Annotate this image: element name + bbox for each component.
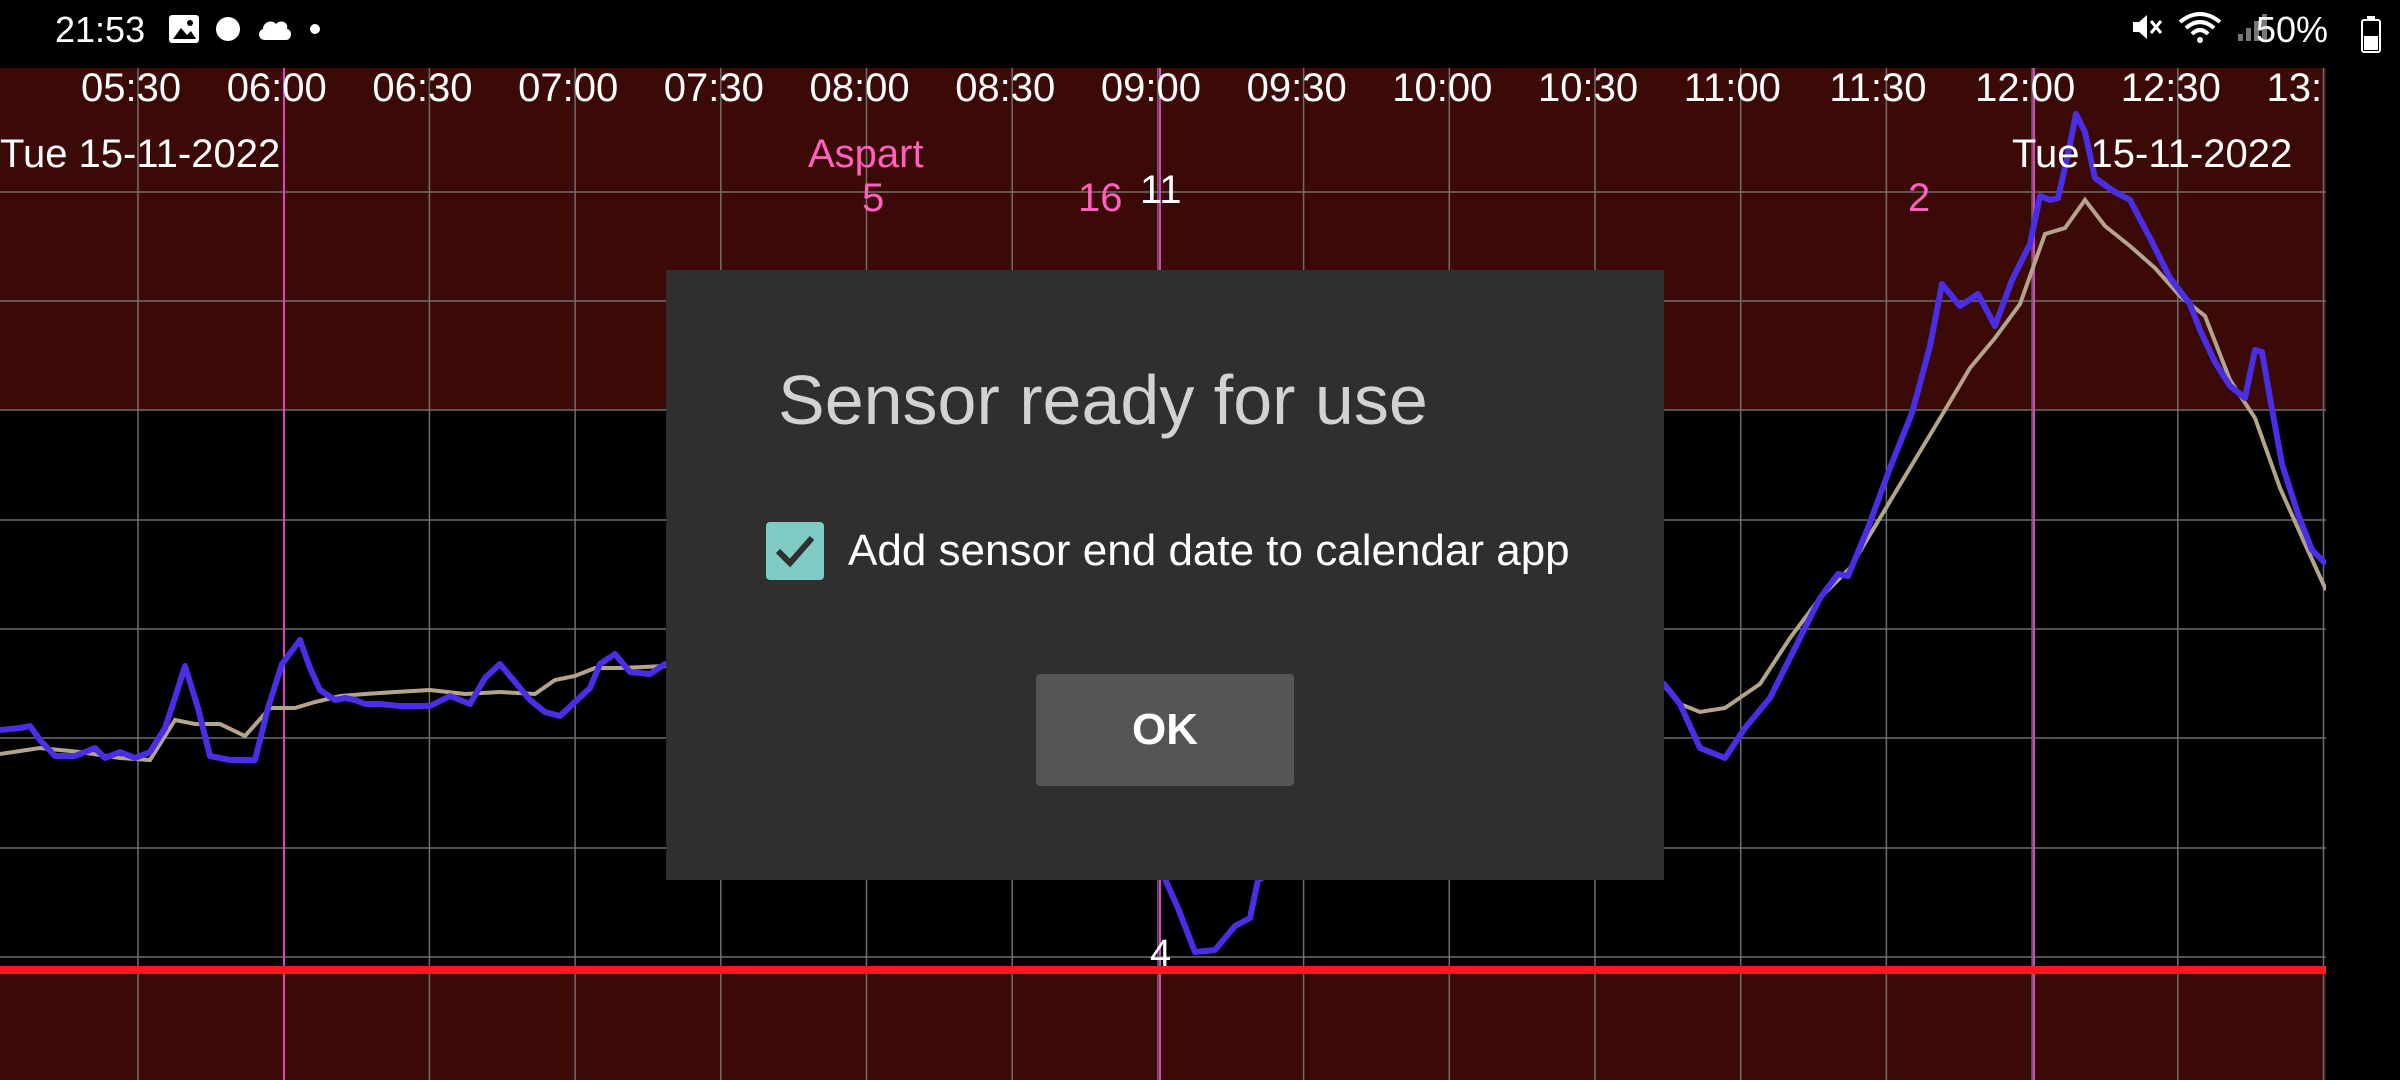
cloud-icon xyxy=(256,16,294,47)
time-tick-label: 07:30 xyxy=(663,66,764,110)
time-tick-label: 10:00 xyxy=(1392,66,1493,110)
time-tick-label: 07:00 xyxy=(518,66,619,110)
insulin-name: Aspart xyxy=(808,132,924,176)
sensor-ready-dialog: Sensor ready for use Add sensor end date… xyxy=(666,270,1664,880)
low-zone xyxy=(0,970,2326,1080)
time-tick-label: 11:30 xyxy=(1829,66,1927,110)
low-value-label: 4 xyxy=(1150,933,1172,975)
checkbox-label[interactable]: Add sensor end date to calendar app xyxy=(848,524,1570,578)
calendar-checkbox[interactable] xyxy=(766,522,824,580)
time-tick-label: 08:30 xyxy=(955,66,1056,110)
battery-icon xyxy=(2360,16,2382,59)
time-tick-label: 12:00 xyxy=(1975,66,2076,110)
date-left: Tue 15-11-2022 xyxy=(0,132,281,176)
time-tick-label: 09:30 xyxy=(1246,66,1347,110)
status-time: 21:53 xyxy=(55,9,146,50)
time-tick-label: 05:30 xyxy=(81,66,182,110)
dialog-title: Sensor ready for use xyxy=(778,361,1428,439)
time-tick-label: 08:00 xyxy=(809,66,910,110)
check-icon xyxy=(775,536,815,568)
time-tick-label: 11:00 xyxy=(1683,66,1781,110)
insulin-dose: 16 xyxy=(1078,176,1123,220)
insulin-dose: 5 xyxy=(862,176,885,220)
dot-icon xyxy=(308,22,322,41)
time-tick-label: 12:30 xyxy=(2120,66,2221,110)
time-tick-label: 06:30 xyxy=(372,66,473,110)
time-tick-label: 13: xyxy=(2266,66,2323,110)
carb-label: 11 xyxy=(1140,168,1182,212)
insulin-dose: 2 xyxy=(1908,176,1931,220)
time-tick-label: 09:00 xyxy=(1100,66,1201,110)
ok-button[interactable]: OK xyxy=(1036,674,1294,786)
notification-icons xyxy=(168,14,322,49)
mute-icon xyxy=(2130,10,2164,49)
date-right: Tue 15-11-2022 xyxy=(2012,132,2293,176)
status-bar: 21:53 50% xyxy=(0,0,2400,68)
time-tick-label: 06:00 xyxy=(226,66,327,110)
wifi-icon xyxy=(2178,10,2222,49)
image-icon xyxy=(168,14,200,49)
system-icons xyxy=(2130,10,2270,49)
time-tick-label: 10:30 xyxy=(1538,66,1639,110)
graph-edge xyxy=(2326,68,2400,1080)
circle-icon xyxy=(214,15,242,48)
battery-percent: 50% xyxy=(2255,9,2328,50)
